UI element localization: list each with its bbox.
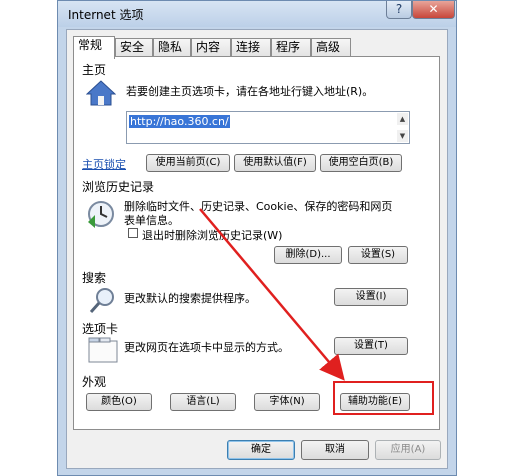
annotation-highlight-box [333, 381, 434, 415]
tab-general[interactable]: 常规 [73, 36, 115, 59]
